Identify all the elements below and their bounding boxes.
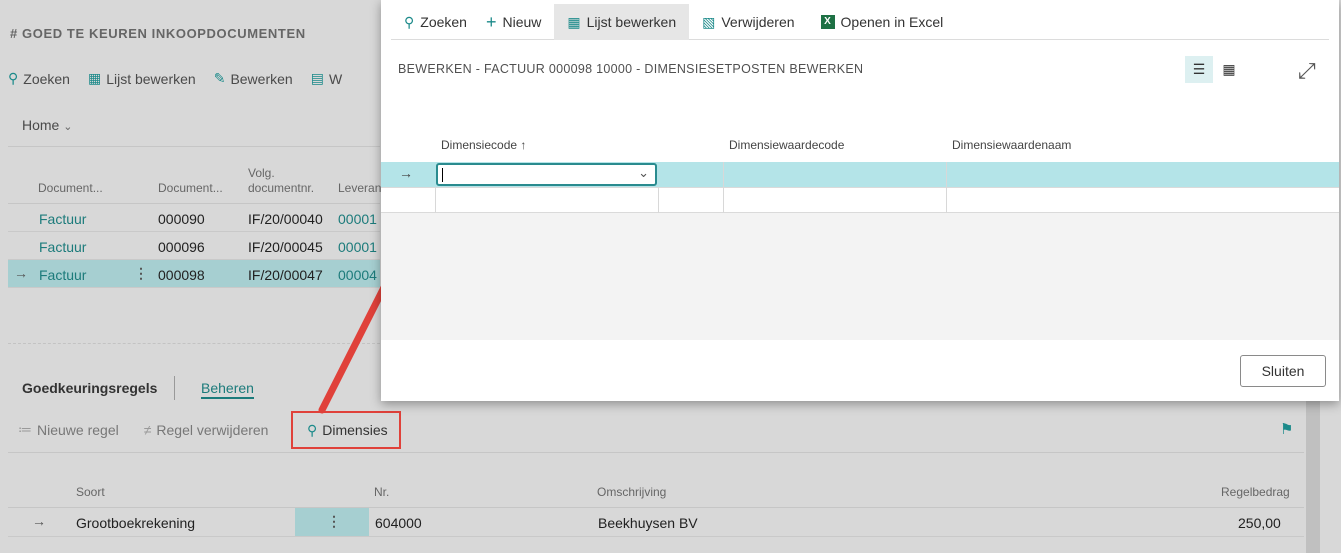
- doc-no: 000096: [158, 239, 205, 255]
- dialog-edit-list-button[interactable]: ▦ Lijst bewerken: [554, 4, 690, 40]
- col-header-doc-no[interactable]: Document...: [158, 181, 223, 196]
- plus-icon: +: [485, 11, 497, 32]
- chevron-down-icon: ⌄: [63, 121, 73, 133]
- dimension-code-select[interactable]: ⌄: [436, 163, 657, 186]
- new-line-button[interactable]: ≔ Nieuwe regel: [18, 421, 119, 438]
- dialog-new-label: Nieuw: [502, 14, 542, 30]
- edit-action[interactable]: ✎ Bewerken: [214, 70, 293, 87]
- search-icon: ⚲: [8, 70, 19, 86]
- dialog-excel-label: Openen in Excel: [840, 14, 944, 30]
- divider: [946, 162, 947, 213]
- page-toolbar: ⚲ Zoeken ▦ Lijst bewerken ✎ Bewerken ▤ W: [8, 70, 342, 87]
- col-header-seq-line2: documentnr.: [248, 181, 315, 195]
- row-menu-cell[interactable]: ⋮: [295, 508, 369, 536]
- line-amount: 250,00: [1238, 515, 1281, 531]
- grid-empty-area: [381, 213, 1339, 340]
- col-header-seq-line1: Volg.: [248, 166, 275, 180]
- search-label: Zoeken: [23, 70, 70, 87]
- col-header-dimension-code[interactable]: Dimensiecode ↑: [441, 138, 526, 152]
- doc-type-link[interactable]: Factuur: [39, 211, 86, 227]
- col-header-value-code[interactable]: Dimensiewaardecode: [729, 138, 844, 152]
- dialog-edit-list-label: Lijst bewerken: [586, 14, 677, 30]
- new-line-icon: ≔: [18, 421, 32, 437]
- text-caret: [442, 168, 443, 182]
- col-header-value-name[interactable]: Dimensiewaardenaam: [952, 138, 1071, 152]
- col-header-dimension-code-label: Dimensiecode: [441, 138, 518, 152]
- view-action[interactable]: ▤ W: [311, 70, 342, 87]
- divider: [174, 376, 175, 400]
- pin-icon[interactable]: ⚑: [1280, 420, 1293, 438]
- divider: [8, 452, 1304, 453]
- dialog-title: BEWERKEN - FACTUUR 000098 10000 - DIMENS…: [398, 62, 864, 76]
- more-options-icon[interactable]: ⋮: [327, 513, 341, 530]
- dialog-search-label: Zoeken: [420, 14, 467, 30]
- new-line-label: Nieuwe regel: [37, 421, 119, 438]
- line-no: 604000: [375, 515, 422, 531]
- edit-list-label: Lijst bewerken: [106, 70, 196, 87]
- chevron-down-icon: ⌄: [638, 165, 649, 180]
- dialog-delete-button[interactable]: ▧ Verwijderen: [689, 4, 807, 40]
- dimension-set-dialog: ⚲ Zoeken + Nieuw ▦ Lijst bewerken ▧ Verw…: [381, 0, 1339, 401]
- col-header-vendor[interactable]: Leveran: [338, 181, 381, 196]
- col-header-amount[interactable]: Regelbedrag: [1221, 485, 1290, 499]
- excel-icon: X: [820, 15, 835, 29]
- col-header-no[interactable]: Nr.: [374, 485, 389, 499]
- search-action[interactable]: ⚲ Zoeken: [8, 70, 70, 87]
- table-row[interactable]: [381, 187, 1339, 213]
- divider: [8, 146, 380, 147]
- arrow-right-icon: →: [32, 513, 46, 529]
- trash-icon: ▧: [702, 13, 716, 30]
- dimensions-label: Dimensies: [322, 422, 388, 438]
- section-title: Goedkeuringsregels: [22, 380, 158, 396]
- page-title: # GOED TE KEUREN INKOOPDOCUMENTEN: [10, 26, 306, 41]
- edit-list-action[interactable]: ▦ Lijst bewerken: [88, 70, 196, 87]
- lines-toolbar: ≔ Nieuwe regel ≠ Regel verwijderen: [18, 421, 268, 438]
- expand-icon[interactable]: ⤢: [1298, 58, 1316, 84]
- dialog-new-button[interactable]: + Nieuw: [480, 4, 554, 40]
- col-header-desc[interactable]: Omschrijving: [597, 485, 666, 499]
- doc-no: 000098: [158, 267, 205, 283]
- delete-line-label: Regel verwijderen: [156, 421, 269, 438]
- dialog-delete-label: Verwijderen: [721, 14, 795, 30]
- delete-line-button[interactable]: ≠ Regel verwijderen: [144, 421, 269, 438]
- table-row[interactable]: → Grootboekrekening ⋮ 604000 Beekhuysen …: [8, 508, 1304, 537]
- home-tab[interactable]: Home ⌄: [22, 117, 72, 133]
- pencil-icon: ✎: [213, 70, 226, 86]
- delete-line-icon: ≠: [143, 421, 152, 438]
- line-type: Grootboekrekening: [76, 515, 196, 531]
- scrollbar[interactable]: [1306, 400, 1320, 553]
- line-desc: Beekhuysen BV: [598, 515, 698, 531]
- close-button[interactable]: Sluiten: [1240, 355, 1326, 387]
- dialog-toolbar: ⚲ Zoeken + Nieuw ▦ Lijst bewerken ▧ Verw…: [391, 4, 1329, 40]
- edit-label: Bewerken: [230, 70, 293, 87]
- edit-list-icon: ▦: [87, 70, 102, 86]
- col-header-doc-type[interactable]: Document...: [38, 181, 103, 196]
- view-label: W: [328, 70, 343, 87]
- divider: [723, 162, 724, 213]
- col-header-seq[interactable]: Volg. documentnr.: [248, 166, 314, 196]
- search-icon: ⚲: [404, 13, 415, 30]
- edit-list-icon: ▦: [567, 13, 581, 30]
- list-view-icon[interactable]: ☰: [1185, 56, 1213, 83]
- col-header-type[interactable]: Soort: [76, 485, 105, 499]
- dimensions-icon: ⚲: [307, 421, 318, 438]
- divider: [435, 187, 436, 213]
- dialog-search-button[interactable]: ⚲ Zoeken: [391, 4, 480, 40]
- doc-type-link[interactable]: Factuur: [39, 239, 86, 255]
- arrow-right-icon: →: [399, 165, 413, 181]
- tile-view-icon[interactable]: ▦: [1215, 56, 1243, 83]
- divider: [658, 187, 659, 213]
- view-icon: ▤: [310, 70, 324, 86]
- doc-no: 000090: [158, 211, 205, 227]
- manage-tab[interactable]: Beheren: [201, 380, 254, 399]
- more-options-icon[interactable]: ⋮: [134, 265, 148, 282]
- dialog-excel-button[interactable]: X Openen in Excel: [808, 4, 957, 40]
- home-label: Home: [22, 117, 60, 133]
- arrow-right-icon: →: [14, 265, 28, 281]
- doc-type-link[interactable]: Factuur: [39, 267, 86, 283]
- sort-arrow-up-icon: ↑: [520, 138, 527, 152]
